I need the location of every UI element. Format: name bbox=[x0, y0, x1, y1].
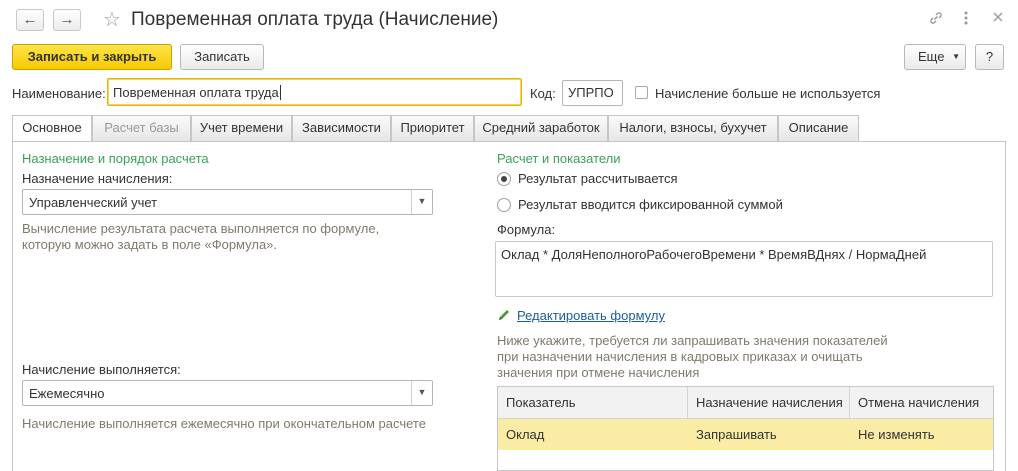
dropdown-arrow-icon: ▼ bbox=[411, 381, 432, 405]
cell-on-cancel: Не изменять bbox=[858, 427, 935, 442]
formula-label: Формула: bbox=[497, 222, 556, 237]
tab-description[interactable]: Описание bbox=[778, 115, 859, 141]
indicators-table: Показатель Назначение начисления Отмена … bbox=[497, 386, 994, 471]
forward-button[interactable]: → bbox=[53, 9, 81, 31]
period-select-value: Ежемесячно bbox=[29, 386, 105, 401]
tab-base-calc[interactable]: Расчет базы bbox=[92, 115, 191, 141]
radio-calculated[interactable] bbox=[497, 172, 511, 186]
cell-on-assign: Запрашивать bbox=[696, 427, 777, 442]
purpose-label: Назначение начисления: bbox=[22, 171, 173, 186]
save-and-close-button[interactable]: Записать и закрыть bbox=[12, 44, 172, 70]
unused-label: Начисление больше не используется bbox=[655, 86, 881, 101]
code-label: Код: bbox=[530, 86, 556, 101]
tab-main[interactable]: Основное bbox=[12, 115, 92, 142]
unused-checkbox[interactable] bbox=[635, 86, 648, 99]
pencil-icon bbox=[497, 308, 511, 325]
edit-formula-link[interactable]: Редактировать формулу bbox=[517, 308, 665, 323]
tab-average-earnings[interactable]: Средний заработок bbox=[474, 115, 608, 141]
dropdown-arrow-icon: ▼ bbox=[411, 190, 432, 214]
arrow-left-icon: ← bbox=[22, 11, 38, 28]
indicators-hint: Ниже укажите, требуется ли запрашивать з… bbox=[497, 333, 888, 380]
back-button[interactable]: ← bbox=[16, 9, 44, 31]
code-input[interactable]: УПРПО bbox=[562, 80, 623, 106]
star-icon[interactable]: ☆ bbox=[103, 9, 121, 31]
radio-fixed[interactable] bbox=[497, 198, 511, 212]
table-header: Показатель Назначение начисления Отмена … bbox=[498, 387, 993, 419]
window-title: Повременная оплата труда (Начисление) bbox=[131, 9, 499, 30]
tab-taxes[interactable]: Налоги, взносы, бухучет bbox=[608, 115, 778, 141]
name-input-value: Повременная оплата труда bbox=[113, 85, 279, 100]
more-button[interactable]: Еще ▼ bbox=[904, 44, 966, 70]
close-icon[interactable] bbox=[991, 10, 1005, 29]
help-button[interactable]: ? bbox=[975, 44, 1004, 70]
purpose-hint: Вычисление результата расчета выполняетс… bbox=[22, 221, 380, 252]
formula-field[interactable]: Оклад * ДоляНеполногоРабочегоВремени * В… bbox=[495, 241, 993, 297]
arrow-right-icon: → bbox=[59, 11, 75, 28]
purpose-select[interactable]: Управленческий учет ▼ bbox=[22, 189, 433, 215]
period-select[interactable]: Ежемесячно ▼ bbox=[22, 380, 433, 406]
purpose-group-title: Назначение и порядок расчета bbox=[22, 151, 209, 166]
save-button[interactable]: Записать bbox=[180, 44, 264, 70]
more-button-label: Еще bbox=[918, 49, 945, 64]
calc-group-title: Расчет и показатели bbox=[497, 151, 621, 166]
purpose-select-value: Управленческий учет bbox=[29, 195, 158, 210]
link-icon[interactable] bbox=[928, 10, 944, 31]
more-vertical-icon[interactable] bbox=[963, 10, 969, 31]
name-input[interactable]: Повременная оплата труда bbox=[107, 78, 522, 106]
period-label: Начисление выполняется: bbox=[22, 362, 181, 377]
period-hint: Начисление выполняется ежемесячно при ок… bbox=[22, 416, 426, 431]
name-label: Наименование: bbox=[12, 86, 106, 101]
radio-selected-dot bbox=[501, 176, 507, 182]
tab-dependencies[interactable]: Зависимости bbox=[292, 115, 391, 141]
cell-indicator: Оклад bbox=[506, 427, 545, 442]
table-empty-area bbox=[498, 450, 993, 470]
column-header-assign[interactable]: Назначение начисления bbox=[688, 387, 850, 418]
table-row[interactable]: Оклад Запрашивать Не изменять bbox=[498, 419, 993, 450]
radio-fixed-label: Результат вводится фиксированной суммой bbox=[518, 197, 783, 212]
tab-priority[interactable]: Приоритет bbox=[391, 115, 474, 141]
column-header-indicator[interactable]: Показатель bbox=[498, 387, 688, 418]
radio-calculated-label: Результат рассчитывается bbox=[518, 171, 678, 186]
column-header-cancel[interactable]: Отмена начисления bbox=[850, 387, 993, 418]
chevron-down-icon: ▼ bbox=[952, 52, 960, 61]
tab-time-accounting[interactable]: Учет времени bbox=[191, 115, 292, 141]
